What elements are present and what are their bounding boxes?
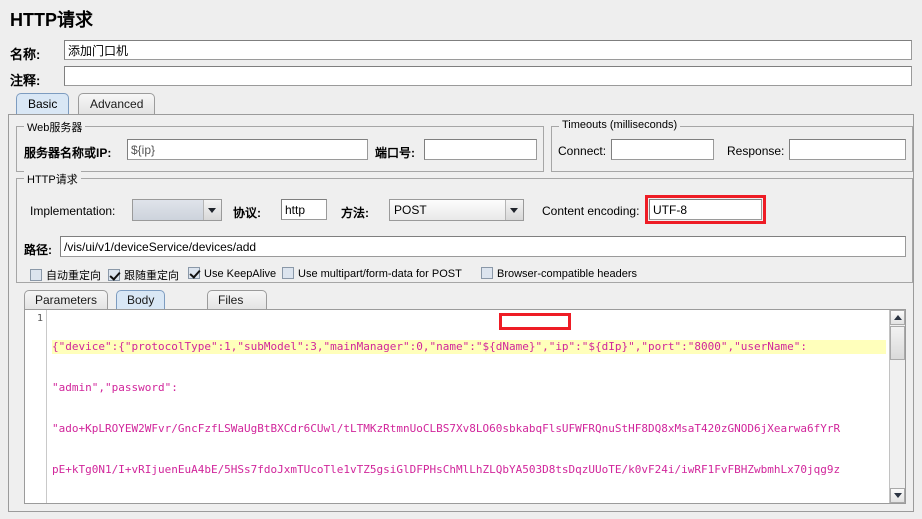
connect-label: Connect: xyxy=(558,144,607,158)
checkbox-box[interactable] xyxy=(481,267,493,279)
checkbox-multipart-form-data[interactable]: Use multipart/form-data for POST xyxy=(282,267,462,280)
line-number-gutter: 1 xyxy=(25,310,47,503)
name-label: 名称: xyxy=(10,47,41,62)
tab-advanced[interactable]: Advanced xyxy=(78,93,156,114)
line-number: 1 xyxy=(36,313,43,324)
tab-files-upload[interactable]: Files Upload xyxy=(207,290,268,326)
body-data-code[interactable]: {"device":{"protocolType":1,"subModel":3… xyxy=(48,310,888,503)
timeouts-group-title: Timeouts (milliseconds) xyxy=(559,119,681,131)
server-name-input[interactable] xyxy=(127,139,368,160)
content-encoding-label: Content encoding: xyxy=(542,204,640,218)
method-label: 方法: xyxy=(341,206,369,220)
checkbox-box[interactable] xyxy=(282,267,294,279)
implementation-select[interactable] xyxy=(132,199,222,221)
port-label: 端口号: xyxy=(375,146,415,160)
scroll-up-icon[interactable] xyxy=(890,310,905,325)
protocol-label: 协议: xyxy=(233,206,261,220)
body-data-editor[interactable]: 1 {"device":{"protocolType":1,"subModel"… xyxy=(24,309,906,504)
checkbox-label: 自动重定向 xyxy=(46,270,101,282)
web-server-group-title: Web服务器 xyxy=(24,119,86,135)
checkbox-label: 跟随重定向 xyxy=(124,270,179,282)
scroll-down-icon[interactable] xyxy=(890,488,905,503)
content-encoding-input[interactable] xyxy=(649,199,762,220)
server-name-label: 服务器名称或IP: xyxy=(24,146,112,160)
chevron-down-icon[interactable] xyxy=(203,200,221,220)
path-input[interactable] xyxy=(60,236,906,257)
checkbox-label: Use KeepAlive xyxy=(204,268,277,280)
http-request-panel: HTTP请求 名称: 注释: Basic Advanced Web服务器 服务器… xyxy=(0,0,922,519)
response-input[interactable] xyxy=(789,139,906,160)
tab-basic[interactable]: Basic xyxy=(16,93,70,114)
checkbox-label: Use multipart/form-data for POST xyxy=(298,268,462,280)
implementation-label: Implementation: xyxy=(30,204,116,218)
checkbox-box[interactable] xyxy=(108,269,120,281)
chevron-down-icon[interactable] xyxy=(505,200,523,220)
comment-input[interactable] xyxy=(64,66,912,86)
comment-label: 注释: xyxy=(10,73,41,88)
method-select[interactable]: POST xyxy=(389,199,524,221)
path-label: 路径: xyxy=(24,243,52,257)
code-line: pE+kTg0N1/I+vRIjuenEuA4bE/5HSs7fdoJxmTUc… xyxy=(52,462,841,476)
method-value: POST xyxy=(394,203,427,217)
response-label: Response: xyxy=(727,144,785,158)
protocol-input[interactable] xyxy=(281,199,327,220)
scrollbar-thumb[interactable] xyxy=(890,326,905,360)
checkbox-use-keepalive[interactable]: Use KeepAlive xyxy=(188,267,276,280)
http-request-group-title: HTTP请求 xyxy=(24,171,81,187)
checkbox-box[interactable] xyxy=(188,267,200,279)
checkbox-box[interactable] xyxy=(30,269,42,281)
code-line: "admin","password": xyxy=(52,380,178,394)
tab-parameters[interactable]: Parameters xyxy=(24,290,109,310)
checkbox-auto-redirect[interactable]: 自动重定向 xyxy=(30,267,101,283)
editor-vertical-scrollbar[interactable] xyxy=(889,310,905,503)
port-input[interactable] xyxy=(424,139,537,160)
code-line: {"device":{"protocolType":1,"subModel":3… xyxy=(52,340,886,354)
name-input[interactable] xyxy=(64,40,912,60)
checkbox-label: Browser-compatible headers xyxy=(497,268,638,280)
checkbox-follow-redirect[interactable]: 跟随重定向 xyxy=(108,267,179,283)
tab-body-data[interactable]: Body Data xyxy=(116,290,166,326)
connect-input[interactable] xyxy=(611,139,714,160)
page-title: HTTP请求 xyxy=(10,10,93,30)
checkbox-browser-compatible-headers[interactable]: Browser-compatible headers xyxy=(481,267,637,280)
code-line: "ado+KpLROYEW2WFvr/GncFzfLSWaUgBtBXCdr6C… xyxy=(52,421,841,435)
